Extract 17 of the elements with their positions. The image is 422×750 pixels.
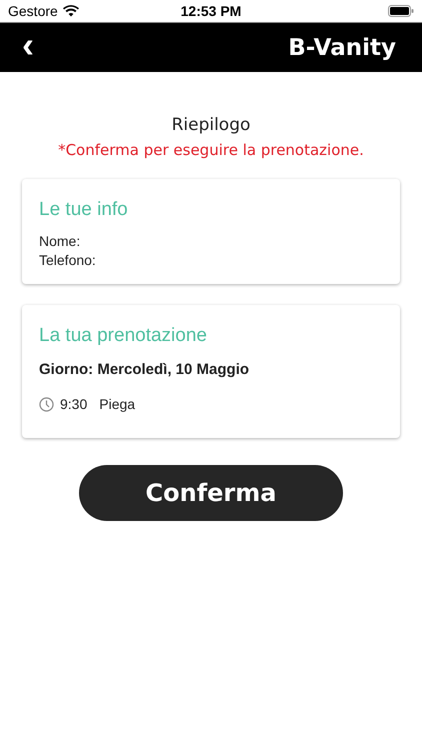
info-label: Nome:: [39, 233, 82, 249]
summary-title: Riepilogo: [172, 115, 250, 135]
notice-text: *Conferma per eseguire la prenotazione.: [58, 141, 364, 159]
card-title: La tua prenotazione: [39, 325, 208, 347]
confirm-button[interactable]: Conferma: [79, 465, 343, 521]
wifi-icon: [62, 5, 79, 17]
service-name: Piega: [99, 396, 136, 412]
service-time: 9:30: [60, 396, 88, 412]
back-button[interactable]: ‹: [18, 26, 38, 62]
clock-icon: [39, 396, 54, 412]
clock-time: 12:53 PM: [180, 3, 242, 19]
info-label: Telefono:: [39, 252, 97, 268]
carrier-name: Gestore: [8, 3, 58, 19]
booking-day: Giorno: Mercoledì, 10 Maggio: [39, 361, 383, 378]
app-title: B-Vanity: [288, 34, 396, 60]
card-title: Le tue info: [39, 199, 129, 221]
battery-icon: [388, 5, 414, 17]
